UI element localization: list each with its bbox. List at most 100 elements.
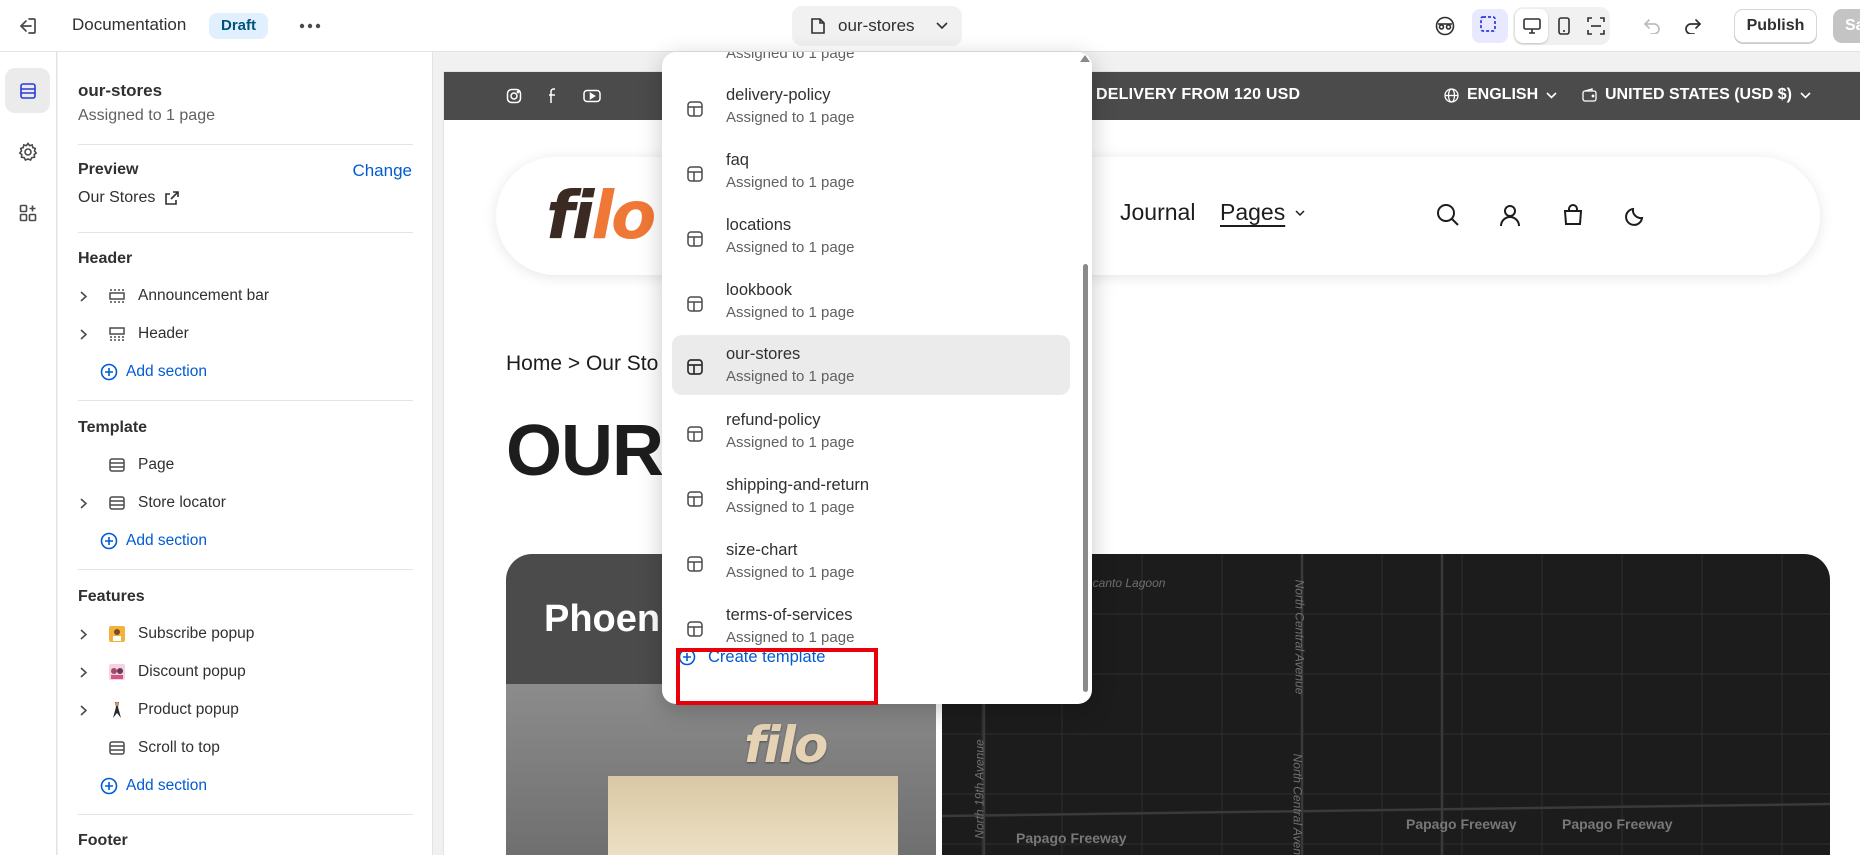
template-option-faq[interactable]: faq Assigned to 1 page bbox=[672, 143, 1070, 203]
template-selector[interactable]: our-stores bbox=[792, 6, 962, 46]
divider bbox=[78, 400, 413, 401]
inspector-icon[interactable] bbox=[1427, 9, 1463, 43]
template-option-our-stores[interactable]: our-stores Assigned to 1 page bbox=[672, 335, 1070, 395]
desktop-icon[interactable] bbox=[1515, 9, 1548, 43]
external-link-icon bbox=[165, 191, 180, 205]
redo-icon[interactable] bbox=[1675, 9, 1711, 43]
map-label: North 19th Avenue bbox=[972, 739, 987, 839]
section-header[interactable]: Header bbox=[78, 320, 189, 348]
popup-thumbnail-icon bbox=[104, 624, 130, 644]
sections-sidebar: our-stores Assigned to 1 page Preview Ch… bbox=[58, 52, 433, 855]
chevron-right-icon[interactable] bbox=[78, 628, 104, 640]
store-preview[interactable]: DELIVERY FROM 120 USD ENGLISH UNITED STA… bbox=[444, 72, 1860, 855]
section-store-locator[interactable]: Store locator bbox=[78, 489, 226, 517]
dropdown-scrollbar[interactable] bbox=[1083, 264, 1088, 692]
template-dropdown: Assigned to 1 page delivery-policy Assig… bbox=[662, 52, 1092, 704]
section-layout-icon bbox=[104, 324, 130, 344]
publish-button[interactable]: Publish bbox=[1734, 9, 1817, 43]
status-badge: Draft bbox=[209, 13, 269, 39]
section-label: Discount popup bbox=[138, 663, 246, 680]
template-option-refund-policy[interactable]: refund-policy Assigned to 1 page bbox=[672, 403, 1070, 463]
section-scroll-to-top[interactable]: Scroll to top bbox=[78, 734, 220, 762]
sections-icon[interactable] bbox=[5, 68, 50, 113]
facebook-icon[interactable] bbox=[543, 86, 563, 106]
template-icon bbox=[687, 556, 703, 572]
preview-page-link[interactable]: Our Stores bbox=[78, 189, 180, 207]
top-bar: Documentation Draft our-stores Publish S… bbox=[0, 0, 1860, 52]
account-icon[interactable] bbox=[1494, 199, 1526, 231]
divider bbox=[78, 144, 413, 145]
divider bbox=[78, 232, 413, 233]
section-discount-popup[interactable]: Discount popup bbox=[78, 658, 246, 686]
announcement-bar: DELIVERY FROM 120 USD ENGLISH UNITED STA… bbox=[444, 72, 1860, 120]
language-label: ENGLISH bbox=[1467, 86, 1539, 103]
search-icon[interactable] bbox=[1432, 199, 1464, 231]
template-assigned-count: Assigned to 1 page bbox=[78, 107, 215, 124]
group-title-template: Template bbox=[78, 419, 148, 436]
template-icon bbox=[687, 426, 703, 442]
announcement-text: DELIVERY FROM 120 USD bbox=[1096, 86, 1301, 103]
plus-circle-icon bbox=[100, 532, 118, 550]
dark-mode-icon[interactable] bbox=[1620, 199, 1652, 231]
template-option-shipping-and-return[interactable]: shipping-and-return Assigned to 1 page bbox=[672, 468, 1070, 528]
template-option-locations[interactable]: locations Assigned to 1 page bbox=[672, 208, 1070, 268]
divider bbox=[78, 569, 413, 570]
map-label: North Central Avenue bbox=[1292, 579, 1307, 695]
cart-icon[interactable] bbox=[1557, 199, 1589, 231]
add-section-button[interactable]: Add section bbox=[100, 358, 207, 386]
section-page[interactable]: Page bbox=[78, 451, 174, 479]
store-name: Phoeni bbox=[544, 598, 671, 640]
template-option-lookbook[interactable]: lookbook Assigned to 1 page bbox=[672, 273, 1070, 333]
chevron-right-icon[interactable] bbox=[78, 704, 104, 716]
section-layout-icon bbox=[104, 738, 130, 758]
add-section-label: Add section bbox=[126, 777, 207, 794]
fullscreen-icon[interactable] bbox=[1579, 9, 1612, 43]
chevron-down-icon bbox=[936, 22, 948, 30]
popup-thumbnail-icon bbox=[104, 700, 130, 720]
page-title: OUR bbox=[506, 411, 664, 491]
apps-icon[interactable] bbox=[5, 190, 50, 235]
mobile-icon[interactable] bbox=[1547, 9, 1580, 43]
template-option-delivery-policy[interactable]: delivery-policy Assigned to 1 page bbox=[672, 78, 1070, 138]
nav-journal[interactable]: Journal bbox=[1120, 199, 1195, 226]
chevron-right-icon[interactable] bbox=[78, 666, 104, 678]
add-section-button[interactable]: Add section bbox=[100, 772, 207, 800]
settings-gear-icon[interactable] bbox=[5, 129, 50, 174]
store-photo: filo bbox=[506, 684, 936, 855]
instagram-icon[interactable] bbox=[504, 86, 524, 106]
youtube-icon[interactable] bbox=[582, 86, 602, 106]
chevron-right-icon[interactable] bbox=[78, 290, 104, 302]
nav-pages[interactable]: Pages bbox=[1220, 199, 1305, 226]
template-icon bbox=[687, 359, 703, 375]
save-button[interactable]: Sa bbox=[1833, 9, 1860, 43]
section-announcement-bar[interactable]: Announcement bar bbox=[78, 282, 269, 310]
section-layout-icon bbox=[104, 286, 130, 306]
template-icon bbox=[687, 621, 703, 637]
section-product-popup[interactable]: Product popup bbox=[78, 696, 239, 724]
section-label: Store locator bbox=[138, 494, 226, 511]
map-label: Papago Freeway bbox=[1406, 816, 1517, 832]
scroll-up-arrow-icon[interactable] bbox=[1080, 55, 1090, 62]
section-label: Page bbox=[138, 456, 175, 473]
currency-label: UNITED STATES (USD $) bbox=[1605, 86, 1792, 103]
undo-icon[interactable] bbox=[1634, 9, 1670, 43]
language-selector[interactable]: ENGLISH bbox=[1444, 86, 1557, 104]
select-element-icon[interactable] bbox=[1472, 9, 1508, 43]
add-section-button[interactable]: Add section bbox=[100, 527, 207, 555]
storefront-logo: filo bbox=[744, 716, 828, 774]
chevron-right-icon[interactable] bbox=[78, 497, 104, 509]
template-selector-label: our-stores bbox=[838, 16, 915, 35]
chevron-right-icon[interactable] bbox=[78, 328, 104, 340]
section-layout-icon bbox=[104, 493, 130, 513]
section-subscribe-popup[interactable]: Subscribe popup bbox=[78, 620, 254, 648]
preview-page-name: Our Stores bbox=[78, 189, 156, 206]
template-option-size-chart[interactable]: size-chart Assigned to 1 page bbox=[672, 533, 1070, 593]
currency-selector[interactable]: UNITED STATES (USD $) bbox=[1582, 86, 1811, 104]
section-label: Header bbox=[138, 325, 189, 342]
more-options-icon[interactable] bbox=[296, 12, 324, 40]
highlight-annotation bbox=[676, 648, 878, 705]
exit-icon[interactable] bbox=[14, 12, 42, 40]
change-preview-link[interactable]: Change bbox=[352, 161, 412, 181]
breadcrumb[interactable]: Home > Our Sto bbox=[506, 352, 658, 376]
store-logo[interactable]: filo bbox=[546, 177, 656, 254]
